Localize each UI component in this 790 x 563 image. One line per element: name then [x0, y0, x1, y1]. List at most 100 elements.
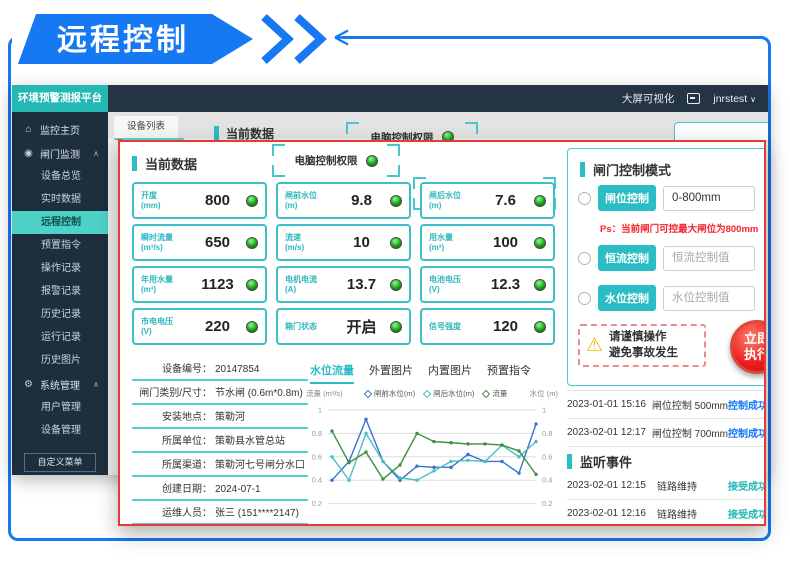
data-tile: 开度(mm)800: [132, 182, 267, 219]
data-tile: 电机电流(A)13.7: [276, 266, 411, 303]
banner-title: 远程控制: [57, 24, 189, 57]
bg-pc-permission: 电脑控制权限: [346, 122, 478, 140]
sidebar-item[interactable]: 用户管理: [12, 396, 108, 419]
chart-tab[interactable]: 内置图片: [428, 362, 472, 382]
event-row: 2023-02-01 12:16链路维持接受成功: [567, 500, 766, 526]
section-accent: [580, 162, 585, 177]
y-axis-right-label: 水位 (m): [530, 388, 558, 399]
control-row-water-level: 水位控制: [578, 285, 755, 311]
user-menu[interactable]: jnrstest ∨: [713, 93, 756, 105]
chevron-up-icon: ∧: [93, 380, 99, 389]
device-info-table: 设备编号：20147854 闸门类别/尺寸：节水闸 (0.6m*0.8m) 安装地点…: [132, 357, 308, 525]
bracket-corner: [387, 144, 400, 156]
bracket-corner: [272, 144, 285, 156]
warning-text-line1: 请谨慎操作: [609, 330, 678, 346]
water-level-flow-chart: 110.80.80.60.60.40.40.20.2: [306, 402, 558, 520]
tile-value: 800: [189, 192, 246, 209]
chart-tab[interactable]: 水位流量: [310, 362, 354, 384]
gate-position-button[interactable]: 闸位控制: [598, 185, 656, 211]
sidebar-group-system-management[interactable]: ⚙系统管理∧: [12, 372, 108, 396]
radio-gate-position[interactable]: [578, 192, 591, 205]
sidebar-group-monitor-home[interactable]: ⌂监控主页: [12, 117, 108, 141]
legend-label: 闸前水位(m): [374, 388, 415, 399]
legend-item: 闸前水位(m): [365, 388, 415, 399]
background-page-fragment: 设备列表 当前数据 电脑控制权限 手机控制权限: [108, 112, 768, 140]
custom-menu-button[interactable]: 自定义菜单: [24, 453, 96, 472]
data-tile: 箱门状态开启: [276, 308, 411, 345]
gear-icon: ⚙: [23, 379, 34, 390]
section-accent: [132, 156, 137, 171]
message-icon[interactable]: [687, 93, 700, 104]
y-axis-left-label: 流量 (m³/s): [306, 388, 343, 399]
radio-water-level[interactable]: [578, 292, 591, 305]
sidebar-item[interactable]: 预置指令: [12, 234, 108, 257]
tile-unit: (mm): [141, 201, 189, 211]
event-status: 接受成功: [728, 478, 766, 493]
tile-label: 闸前水位(m): [285, 191, 333, 211]
status-led-green: [246, 237, 258, 249]
info-value: 节水闸 (0.6m*0.8m): [215, 384, 303, 399]
legend-item: 闸后水位(m): [424, 388, 474, 399]
tile-value: 7.6: [477, 192, 534, 209]
control-row-gate-position: 闸位控制: [578, 185, 755, 211]
tile-name: 闸后水位: [429, 191, 477, 201]
status-led-green: [390, 195, 402, 207]
tile-value: 12.3: [477, 276, 534, 293]
constant-flow-input[interactable]: [663, 246, 755, 271]
tile-label: 闸后水位(m): [429, 191, 477, 211]
visualization-link[interactable]: 大屏可视化: [622, 91, 675, 106]
info-row: 安装地点：策勒河: [132, 405, 308, 429]
status-led-green: [534, 195, 546, 207]
sidebar-menu: ⌂监控主页◉闸门监测∧设备总览实时数据远程控制预置指令操作记录报警记录历史记录运…: [12, 117, 108, 442]
info-label: 闸门类别/尺寸：: [132, 384, 212, 399]
radio-constant-flow[interactable]: [578, 252, 591, 265]
chart-tab[interactable]: 外置图片: [369, 362, 413, 382]
chevron-down-icon: ∨: [750, 95, 756, 104]
water-level-input[interactable]: [663, 286, 755, 311]
sidebar-item[interactable]: 远程控制: [12, 211, 108, 234]
sidebar-group-gate-monitor[interactable]: ◉闸门监测∧: [12, 141, 108, 165]
tile-unit: (A): [285, 285, 333, 295]
status-led-green: [534, 321, 546, 333]
bracket-corner: [387, 165, 400, 177]
target-icon: ◉: [23, 148, 34, 159]
sidebar-item[interactable]: 历史记录: [12, 303, 108, 326]
svg-text:0.8: 0.8: [312, 429, 322, 438]
tile-value: 9.8: [333, 192, 390, 209]
chart-header: 流量 (m³/s) 闸前水位(m)闸后水位(m)流量 水位 (m): [306, 388, 558, 399]
constant-flow-button[interactable]: 恒流控制: [598, 245, 656, 271]
status-led-green: [366, 155, 378, 167]
sidebar-item[interactable]: 操作记录: [12, 257, 108, 280]
bg-section-title: 当前数据: [214, 125, 274, 140]
status-led-green: [534, 237, 546, 249]
status-led-green: [390, 237, 402, 249]
sidebar-item[interactable]: 运行记录: [12, 326, 108, 349]
sidebar-item[interactable]: 报警记录: [12, 280, 108, 303]
tile-unit: (m³): [429, 243, 477, 253]
tile-value: 10: [333, 234, 390, 251]
svg-text:0.2: 0.2: [312, 499, 322, 508]
tile-name: 闸前水位: [285, 191, 333, 201]
sidebar-item[interactable]: 设备管理: [12, 419, 108, 442]
sidebar-item[interactable]: 设备总览: [12, 165, 108, 188]
remote-control-overlay: 当前数据 电脑控制权限 手机控制权限 开度(mm)800闸前水位(m)9.8闸后…: [118, 140, 766, 526]
gate-position-input[interactable]: [663, 186, 755, 211]
water-level-button[interactable]: 水位控制: [598, 285, 656, 311]
page: 远程控制 环境预警测报平台 大屏可视化 jnrstest ∨ ⌂监控主页◉闸门监…: [0, 0, 790, 563]
chart-tabs: 水位流量外置图片内置图片预置指令: [310, 361, 546, 384]
section-accent: [214, 126, 219, 140]
legend-label: 闸后水位(m): [433, 388, 474, 399]
control-row-constant-flow: 恒流控制: [578, 245, 755, 271]
listen-events-list: 2023-02-01 12:15链路维持接受成功2023-02-01 12:16…: [567, 472, 766, 526]
tile-unit: (m³): [141, 285, 189, 295]
event-row: 2023-02-01 12:15链路维持接受成功: [567, 472, 766, 500]
sidebar-item[interactable]: 历史图片: [12, 349, 108, 372]
device-list-tab[interactable]: 设备列表: [114, 116, 178, 138]
chevron-right-icon: [264, 17, 288, 61]
chart-tab[interactable]: 预置指令: [487, 362, 531, 382]
info-row: 设备编号：20147854: [132, 357, 308, 381]
tile-label: 电机电流(A): [285, 275, 333, 295]
event-time: 2023-02-01 12:16: [567, 508, 657, 519]
sidebar-item[interactable]: 实时数据: [12, 188, 108, 211]
data-tile: 闸前水位(m)9.8: [276, 182, 411, 219]
